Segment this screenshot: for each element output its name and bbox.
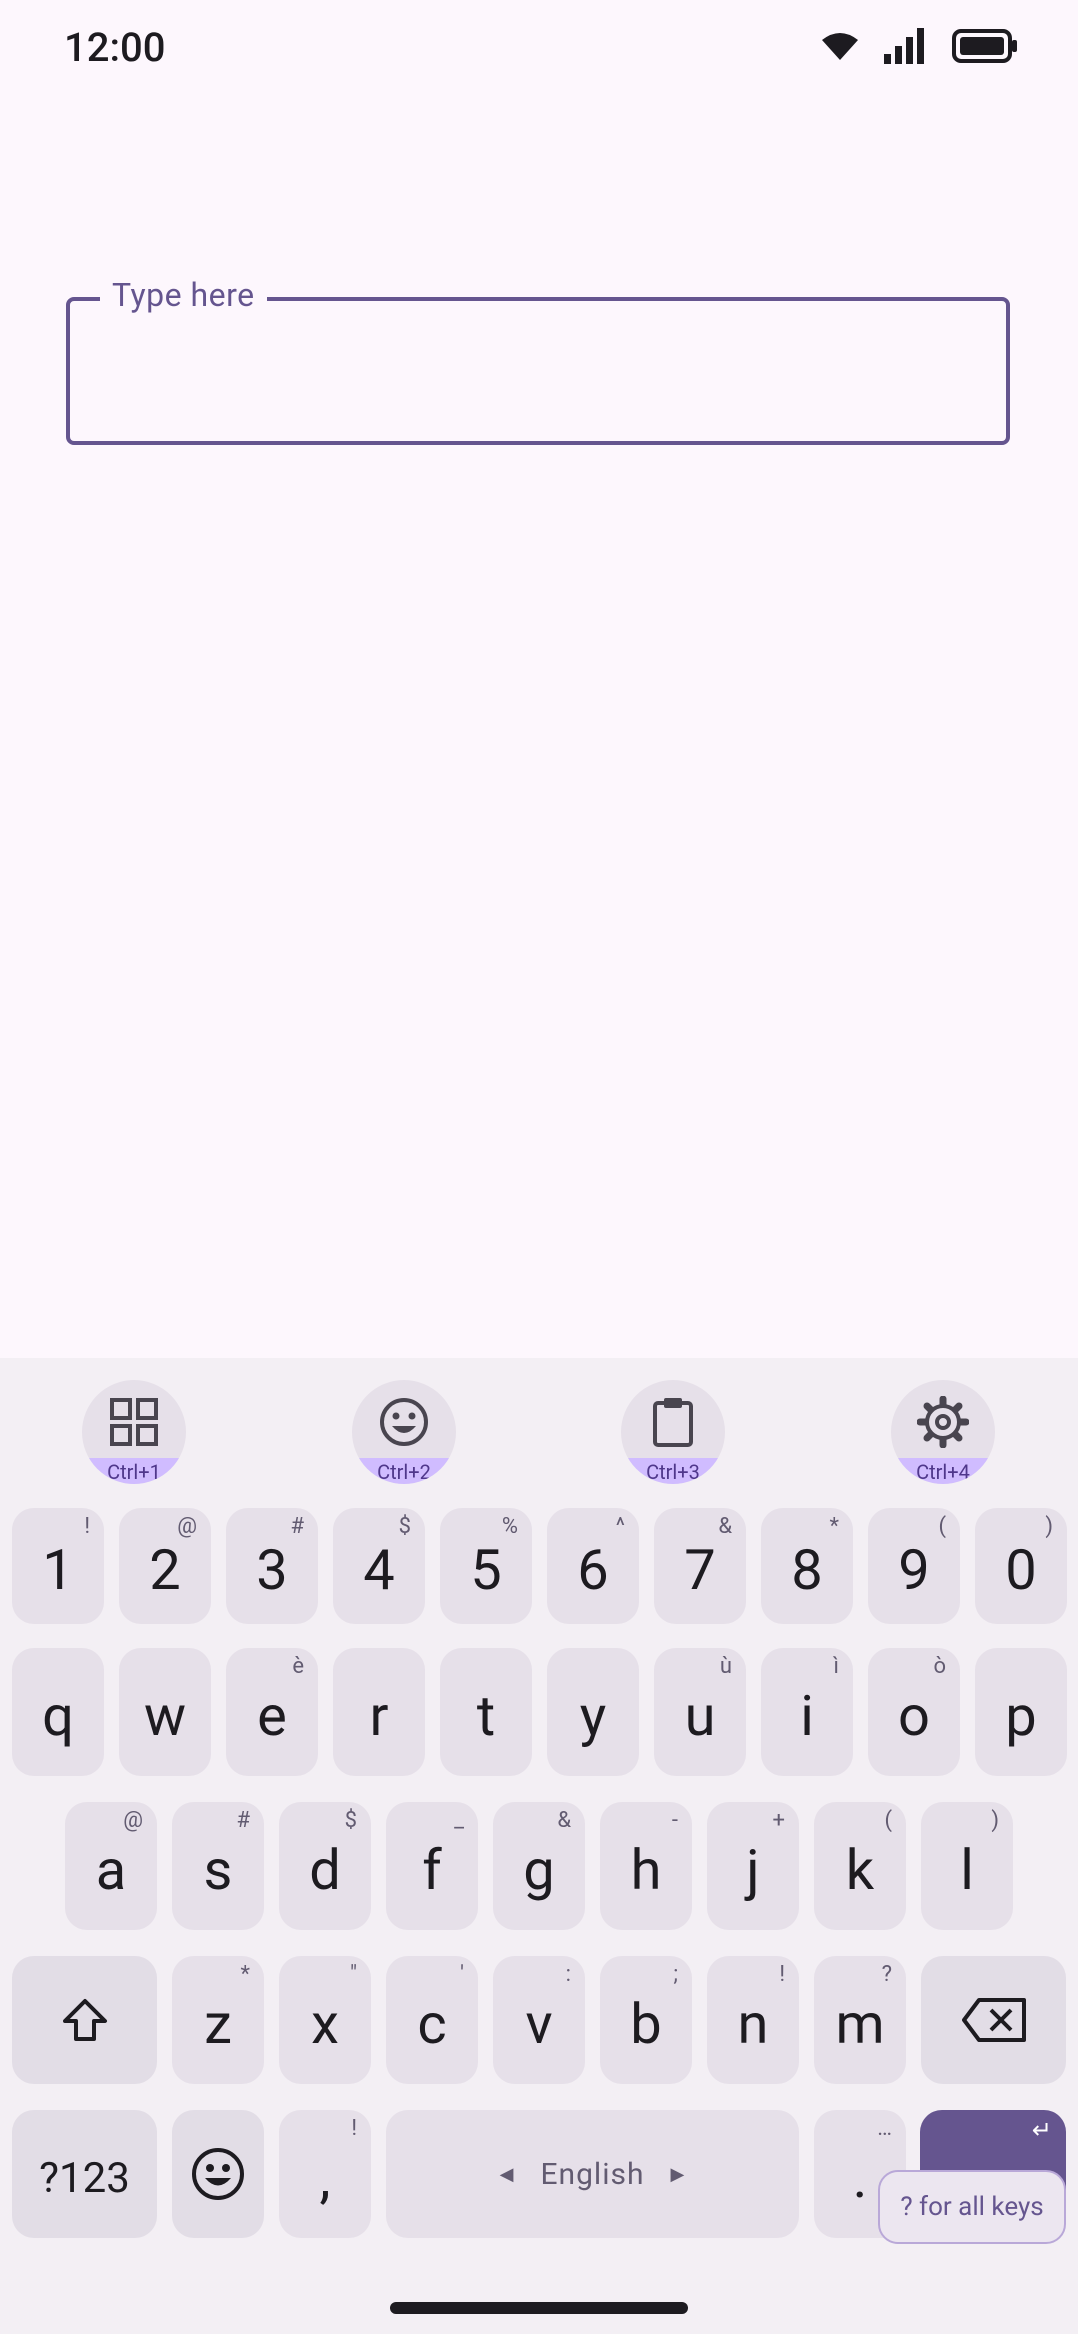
status-bar: 12:00 <box>0 0 1078 96</box>
key-z[interactable]: z * <box>172 1956 264 2084</box>
backspace-icon <box>961 1998 1026 2042</box>
key-e[interactable]: eè <box>226 1648 318 1776</box>
settings-button[interactable]: Ctrl+4 <box>891 1380 995 1484</box>
space-language-label: English <box>540 2156 645 2192</box>
space-key[interactable]: ◀ English ▶ <box>386 2110 799 2238</box>
key-g[interactable]: g & <box>493 1802 585 1930</box>
ctrl-hint: Ctrl+2 <box>352 1458 456 1484</box>
key-s[interactable]: s # <box>172 1802 264 1930</box>
battery-icon <box>952 29 1017 63</box>
key-8[interactable]: 8 * <box>761 1508 853 1624</box>
key-u[interactable]: uù <box>654 1648 746 1776</box>
emoji-icon <box>380 1398 428 1446</box>
key-a[interactable]: a @ <box>65 1802 157 1930</box>
text-input[interactable] <box>66 297 1010 445</box>
key-q[interactable]: q <box>12 1648 104 1776</box>
settings-icon <box>917 1396 969 1448</box>
key-4[interactable]: 4 $ <box>333 1508 425 1624</box>
home-indicator[interactable] <box>390 2302 688 2314</box>
shift-icon <box>62 1999 107 2041</box>
ctrl-hint: Ctrl+4 <box>891 1458 995 1484</box>
apps-grid-button[interactable]: Ctrl+1 <box>82 1380 186 1484</box>
key-d[interactable]: d $ <box>279 1802 371 1930</box>
emoji-icon <box>192 2148 244 2200</box>
key-0[interactable]: 0) <box>975 1508 1067 1624</box>
key-b[interactable]: b; <box>600 1956 692 2084</box>
key-6[interactable]: 6 ^ <box>547 1508 639 1624</box>
key-x[interactable]: x " <box>279 1956 371 2084</box>
key-7[interactable]: 7 & <box>654 1508 746 1624</box>
key-3[interactable]: 3 # <box>226 1508 318 1624</box>
arrow-right-icon: ▶ <box>670 2163 686 2185</box>
wifi-icon <box>822 33 858 60</box>
apps-grid-icon <box>110 1398 158 1446</box>
key-5[interactable]: 5% <box>440 1508 532 1624</box>
text-input-label: Type here <box>100 276 267 314</box>
key-2[interactable]: 2 @ <box>119 1508 211 1624</box>
status-time: 12:00 <box>64 24 166 71</box>
clipboard-icon <box>653 1398 693 1447</box>
ctrl-hint: Ctrl+3 <box>621 1458 725 1484</box>
emoji-button[interactable]: Ctrl+2 <box>352 1380 456 1484</box>
key-9[interactable]: 9( <box>868 1508 960 1624</box>
all-keys-hint[interactable]: ? for all keys <box>878 2170 1066 2244</box>
key-m[interactable]: m? <box>814 1956 906 2084</box>
status-icons <box>820 28 1018 64</box>
key-o[interactable]: oò <box>868 1648 960 1776</box>
key-v[interactable]: v: <box>493 1956 585 2084</box>
clipboard-button[interactable]: Ctrl+3 <box>621 1380 725 1484</box>
key-j[interactable]: j + <box>707 1802 799 1930</box>
key-p[interactable]: p <box>975 1648 1067 1776</box>
key-r[interactable]: r <box>333 1648 425 1776</box>
key-n[interactable]: n! <box>707 1956 799 2084</box>
key-l[interactable]: l) <box>921 1802 1013 1930</box>
key-y[interactable]: y <box>547 1648 639 1776</box>
key-k[interactable]: k( <box>814 1802 906 1930</box>
key-h[interactable]: h- <box>600 1802 692 1930</box>
signal-icon <box>884 28 924 64</box>
arrow-left-icon: ◀ <box>499 2163 515 2185</box>
emoji-key[interactable] <box>172 2110 264 2238</box>
enter-icon: ↵ <box>1031 2116 1052 2144</box>
key-c[interactable]: c ' <box>386 1956 478 2084</box>
comma-key[interactable]: ,! <box>279 2110 371 2238</box>
backspace-key[interactable] <box>921 1956 1066 2084</box>
shift-key[interactable] <box>12 1956 157 2084</box>
ctrl-hint: Ctrl+1 <box>82 1458 186 1484</box>
key-w[interactable]: w <box>119 1648 211 1776</box>
key-1[interactable]: 1! <box>12 1508 104 1624</box>
symbols-key[interactable]: ?123 <box>12 2110 157 2238</box>
key-t[interactable]: t <box>440 1648 532 1776</box>
key-f[interactable]: f _ <box>386 1802 478 1930</box>
key-i[interactable]: iì <box>761 1648 853 1776</box>
